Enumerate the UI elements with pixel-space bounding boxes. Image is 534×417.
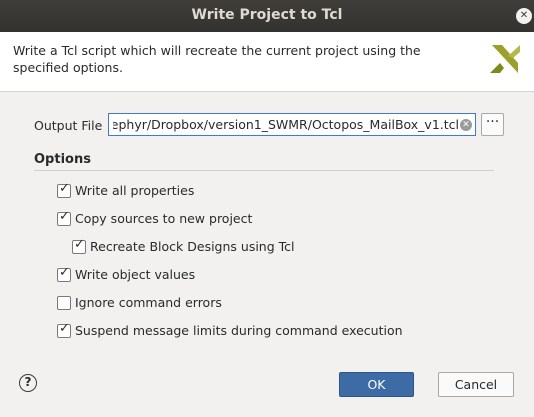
help-button[interactable]: ? [19, 374, 37, 392]
option-label: Recreate Block Designs using Tcl [90, 239, 295, 254]
output-file-label: Output File [34, 118, 103, 133]
output-file-value[interactable]: /home/zephyr/Dropbox/version1_SWMR/Octop… [113, 117, 459, 132]
ok-button[interactable]: OK [339, 372, 414, 397]
options-divider [34, 170, 494, 171]
option-label: Copy sources to new project [75, 211, 253, 226]
browse-button[interactable]: ··· [481, 113, 504, 136]
close-icon: ✕ [519, 10, 529, 21]
dialog-title: Write Project to Tcl [191, 7, 343, 23]
checkmark-icon: ✓ [59, 209, 70, 224]
dialog-window: Write Project to Tcl ✕ Write a Tcl scrip… [0, 0, 534, 417]
option-label: Write object values [75, 267, 196, 282]
header-description: Write a Tcl script which will recreate t… [13, 43, 421, 75]
option-label: Write all properties [75, 183, 195, 198]
dialog-header: Write a Tcl script which will recreate t… [0, 32, 534, 92]
checkmark-icon: ✓ [59, 181, 70, 196]
checkbox[interactable]: ✓ [72, 237, 86, 254]
option-label: Ignore command errors [75, 295, 222, 310]
vivado-logo-icon [490, 45, 520, 73]
checkbox[interactable]: ✓ [57, 321, 71, 338]
title-bar: Write Project to Tcl ✕ [0, 0, 534, 32]
option-label: Suspend message limits during command ex… [75, 323, 403, 338]
close-button[interactable]: ✕ [516, 8, 532, 24]
checkmark-icon: ✓ [74, 237, 85, 252]
checkbox[interactable]: ✓ [57, 265, 71, 282]
cancel-button[interactable]: Cancel [438, 372, 514, 397]
checkbox[interactable]: ✓ [57, 209, 71, 226]
checkmark-icon: ✓ [59, 265, 70, 280]
clear-field-icon[interactable]: ✕ [460, 119, 472, 131]
options-heading: Options [34, 152, 91, 167]
checkbox[interactable]: ✓ [57, 181, 71, 198]
checkbox[interactable] [57, 296, 71, 310]
output-file-input[interactable]: /home/zephyr/Dropbox/version1_SWMR/Octop… [108, 113, 476, 136]
checkmark-icon: ✓ [59, 321, 70, 336]
